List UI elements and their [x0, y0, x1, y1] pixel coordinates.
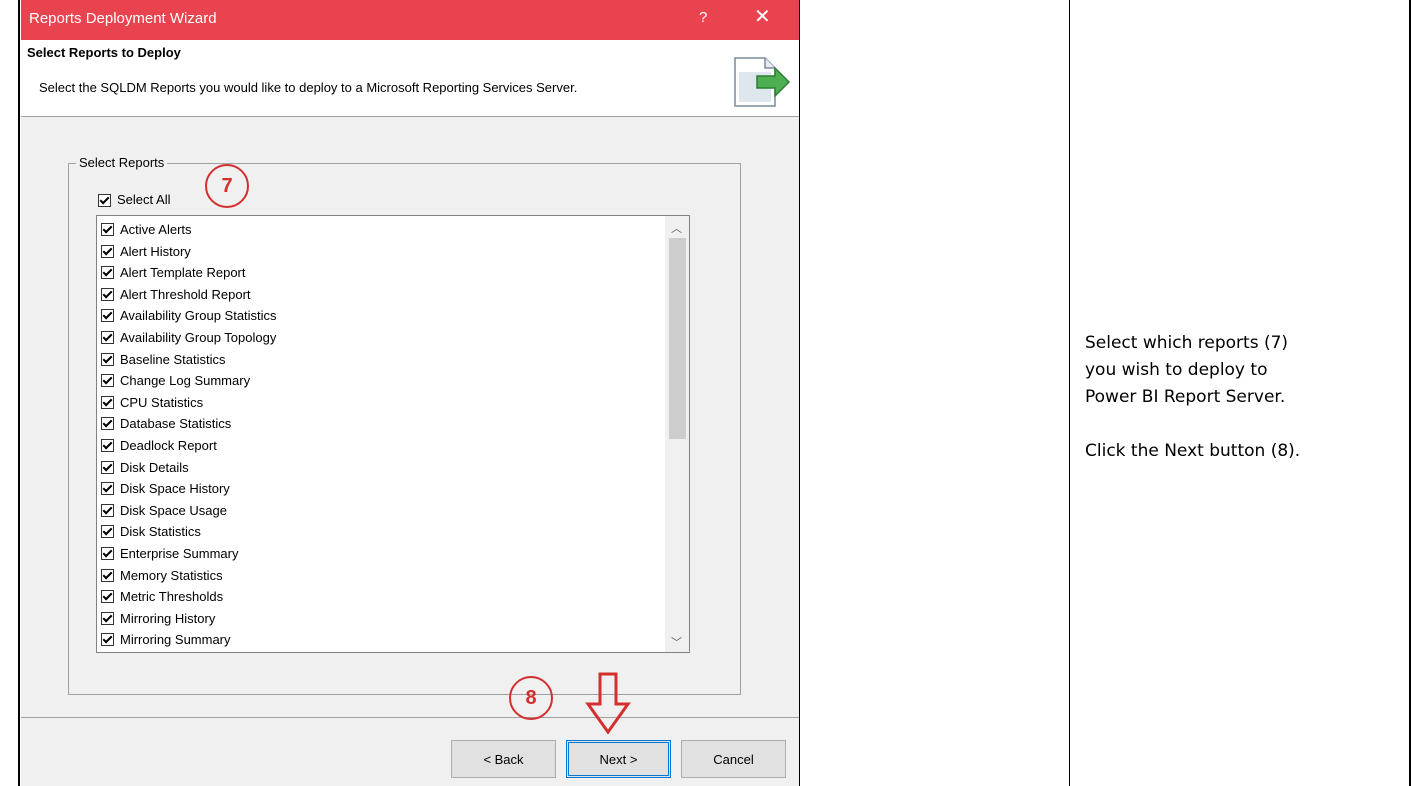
checkbox-icon[interactable]	[101, 352, 114, 366]
scrollbar-thumb[interactable]	[669, 238, 686, 439]
next-button[interactable]: Next >	[566, 740, 671, 778]
checkbox-icon[interactable]	[101, 439, 114, 452]
report-item-label: Memory Statistics	[120, 567, 223, 583]
report-item-label: Change Log Summary	[120, 373, 251, 389]
report-item[interactable]: Disk Space History	[101, 478, 661, 500]
checkbox-icon[interactable]	[101, 503, 114, 517]
wizard-dialog: Reports Deployment Wizard ? ✕ Select Rep…	[21, 0, 799, 786]
report-item-label: Disk Statistics	[120, 524, 201, 540]
report-item[interactable]: Metric Thresholds	[101, 586, 661, 608]
reports-list: Active Alerts Alert History Alert Template…	[101, 219, 661, 651]
checkbox-icon[interactable]	[101, 546, 114, 560]
checkbox-icon[interactable]	[101, 331, 114, 345]
report-item-label: CPU Statistics	[120, 394, 204, 410]
instruction-line: Power BI Report Server.	[1085, 387, 1286, 407]
down-arrow-icon	[585, 672, 631, 735]
checkbox-icon[interactable]	[101, 309, 114, 323]
checkbox-icon[interactable]	[101, 460, 114, 474]
reports-checklist[interactable]: Active Alerts Alert History Alert Template…	[96, 215, 690, 653]
scroll-up-icon[interactable]: ︿	[671, 220, 682, 236]
close-button[interactable]: ✕	[754, 5, 771, 29]
report-item[interactable]: Alert Template Report	[101, 262, 661, 284]
report-item[interactable]: Disk Statistics	[101, 521, 661, 543]
checkbox-icon[interactable]	[101, 590, 114, 604]
checkbox-icon[interactable]	[101, 525, 114, 539]
report-item[interactable]: Mirroring History	[101, 608, 661, 630]
step-8-marker: 8	[509, 676, 553, 720]
instruction-line: Click the Next button (8).	[1085, 441, 1301, 461]
footer-separator	[21, 717, 799, 718]
page-heading: Select Reports to Deploy	[27, 45, 181, 60]
select-all-label: Select All	[117, 192, 171, 207]
report-item-label: Active Alerts	[120, 222, 192, 237]
report-item[interactable]: Memory Statistics	[101, 565, 661, 587]
report-item[interactable]: Database Statistics	[101, 413, 661, 435]
report-item-label: Database Statistics	[120, 416, 232, 432]
checkbox-icon[interactable]	[101, 244, 114, 258]
report-item-label: Disk Details	[120, 459, 189, 475]
checkbox-icon[interactable]	[101, 568, 114, 582]
report-item-label: Availability Group Topology	[120, 329, 277, 345]
report-item-label: Mirroring History	[120, 610, 216, 626]
back-button[interactable]: < Back	[451, 740, 556, 778]
report-item[interactable]: Availability Group Statistics	[101, 305, 661, 327]
report-item-label: Alert Template Report	[120, 265, 246, 281]
report-item-label: Deadlock Report	[120, 437, 217, 453]
report-item-label: Disk Space History	[120, 481, 230, 497]
header-separator	[21, 116, 799, 117]
checkbox-icon[interactable]	[101, 417, 114, 431]
report-item-label: Baseline Statistics	[120, 351, 226, 367]
report-item-label: Alert History	[120, 243, 191, 259]
table-border-left	[18, 0, 20, 786]
checkbox-icon[interactable]	[98, 194, 111, 208]
vertical-scrollbar[interactable]: ︿ ﹀	[665, 216, 689, 652]
checkbox-icon[interactable]	[101, 287, 114, 301]
report-item-label: Disk Space Usage	[120, 502, 227, 518]
deploy-document-arrow-icon	[734, 57, 791, 107]
report-item[interactable]: Deadlock Report	[101, 435, 661, 457]
table-border-divider-2	[1069, 0, 1070, 786]
report-item[interactable]: Alert Threshold Report	[101, 284, 661, 306]
cancel-button[interactable]: Cancel	[681, 740, 786, 778]
checkbox-icon[interactable]	[101, 633, 114, 647]
checkbox-icon[interactable]	[101, 611, 114, 625]
title-bar: Reports Deployment Wizard ? ✕	[21, 0, 799, 40]
window-title: Reports Deployment Wizard	[29, 10, 217, 27]
checkbox-icon[interactable]	[101, 266, 114, 280]
checkbox-icon[interactable]	[101, 223, 114, 237]
report-item[interactable]: Availability Group Topology	[101, 327, 661, 349]
page-description: Select the SQLDM Reports you would like …	[39, 80, 578, 95]
report-item[interactable]: Active Alerts	[101, 219, 661, 241]
table-border-right	[1409, 0, 1411, 786]
report-item[interactable]: Disk Details	[101, 457, 661, 479]
instruction-line: Select which reports (7)	[1085, 333, 1289, 353]
report-item-label: Alert Threshold Report	[120, 286, 251, 302]
report-item[interactable]: CPU Statistics	[101, 392, 661, 414]
table-border-divider-1	[799, 0, 800, 786]
checkbox-icon[interactable]	[101, 374, 114, 388]
next-button-label: Next >	[599, 752, 638, 767]
report-item[interactable]: Baseline Statistics	[101, 349, 661, 371]
help-button[interactable]: ?	[699, 9, 707, 26]
report-item-label: Enterprise Summary	[120, 545, 239, 561]
report-item[interactable]: Alert History	[101, 241, 661, 263]
report-item[interactable]: Change Log Summary	[101, 370, 661, 392]
instructions-text: Select which reports (7) you wish to dep…	[1085, 330, 1405, 465]
instruction-line: you wish to deploy to	[1085, 360, 1268, 380]
report-item[interactable]: Enterprise Summary	[101, 543, 661, 565]
report-item-label: Availability Group Statistics	[120, 308, 277, 324]
report-item[interactable]: Disk Space Usage	[101, 500, 661, 522]
checkbox-icon[interactable]	[101, 395, 114, 409]
step-7-marker: 7	[205, 164, 249, 208]
scroll-down-icon[interactable]: ﹀	[671, 634, 682, 650]
checkbox-icon[interactable]	[101, 482, 114, 496]
report-item[interactable]: Mirroring Summary	[101, 629, 661, 651]
select-all-checkbox[interactable]: Select All	[98, 192, 171, 208]
report-item-label: Metric Thresholds	[120, 589, 224, 605]
wizard-header: Select Reports to Deploy Select the SQLD…	[21, 40, 799, 116]
report-item-label: Mirroring Summary	[120, 632, 231, 648]
group-label: Select Reports	[76, 155, 168, 170]
